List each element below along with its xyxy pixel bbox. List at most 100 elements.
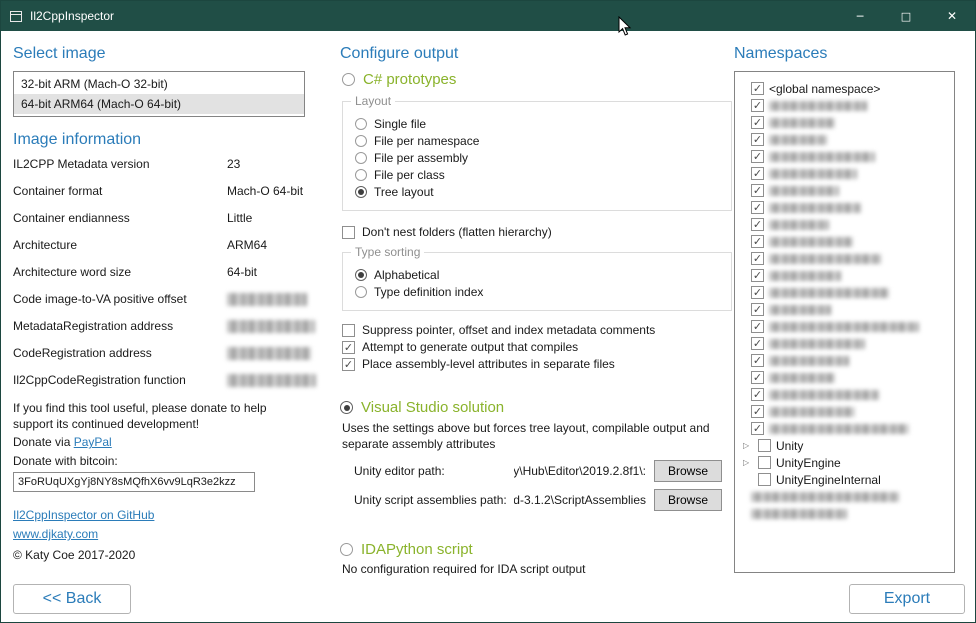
checkbox-icon[interactable]: ✓	[342, 358, 355, 371]
middle-checkboxes: Suppress pointer, offset and index metad…	[342, 323, 722, 371]
export-button[interactable]: Export	[849, 584, 965, 614]
browse-button[interactable]: Browse	[654, 489, 722, 511]
image-list-item[interactable]: 64-bit ARM64 (Mach-O 64-bit)	[14, 94, 304, 114]
radio-icon[interactable]	[355, 186, 367, 198]
checkbox-icon[interactable]: ✓	[751, 167, 764, 180]
namespace-row[interactable]: ✓	[741, 267, 950, 284]
layout-option-row[interactable]: File per assembly	[355, 151, 721, 165]
checkbox-icon[interactable]: ✓	[751, 269, 764, 282]
checkbox-icon[interactable]	[758, 456, 771, 469]
radio-icon[interactable]	[355, 269, 367, 281]
namespace-row[interactable]: ✓	[741, 369, 950, 386]
checkbox-icon[interactable]: ✓	[751, 371, 764, 384]
info-row: CodeRegistration address	[13, 346, 316, 360]
namespace-row[interactable]: ✓	[741, 131, 950, 148]
checkbox-icon[interactable]: ✓	[751, 235, 764, 248]
namespace-row[interactable]: ✓	[741, 301, 950, 318]
checkbox-icon[interactable]: ✓	[751, 82, 764, 95]
output-checkbox-row[interactable]: Suppress pointer, offset and index metad…	[342, 323, 722, 337]
namespace-row[interactable]: ✓	[741, 233, 950, 250]
namespace-row[interactable]: ✓	[741, 114, 950, 131]
checkbox-icon[interactable]: ✓	[751, 116, 764, 129]
namespace-row[interactable]: ✓	[741, 403, 950, 420]
namespace-row[interactable]: ✓	[741, 182, 950, 199]
checkbox-icon[interactable]	[342, 226, 355, 239]
checkbox-icon[interactable]: ✓	[751, 320, 764, 333]
checkbox-icon[interactable]: ✓	[342, 341, 355, 354]
radio-icon[interactable]	[340, 401, 353, 414]
idapython-radio-row[interactable]: IDAPython script	[340, 541, 722, 558]
checkbox-icon[interactable]: ✓	[751, 99, 764, 112]
browse-button[interactable]: Browse	[654, 460, 722, 482]
namespace-row[interactable]: ✓	[741, 335, 950, 352]
layout-option-row[interactable]: File per class	[355, 168, 721, 182]
layout-option-row[interactable]: Single file	[355, 117, 721, 131]
checkbox-icon[interactable]: ✓	[751, 184, 764, 197]
checkbox-icon[interactable]: ✓	[751, 422, 764, 435]
maximize-icon[interactable]: □	[883, 1, 929, 31]
layout-option-row[interactable]: Tree layout	[355, 185, 721, 199]
checkbox-icon[interactable]: ✓	[751, 286, 764, 299]
expander-icon[interactable]: ▷	[743, 458, 753, 467]
csharp-prototypes-radio-row[interactable]: C# prototypes	[342, 71, 722, 88]
radio-icon[interactable]	[355, 118, 367, 130]
type-sorting-option-row[interactable]: Type definition index	[355, 285, 721, 299]
namespace-row[interactable]: ▷Unity	[741, 437, 950, 454]
website-link[interactable]: www.djkaty.com	[13, 527, 98, 541]
output-checkbox-row[interactable]: ✓Place assembly-level attributes in sepa…	[342, 357, 722, 371]
namespace-row[interactable]: ✓	[741, 420, 950, 437]
bitcoin-address-input[interactable]	[13, 472, 255, 492]
back-button[interactable]: << Back	[13, 584, 131, 614]
checkbox-icon[interactable]	[758, 473, 771, 486]
namespace-row[interactable]: ✓	[741, 284, 950, 301]
output-checkbox-row[interactable]: ✓Attempt to generate output that compile…	[342, 340, 722, 354]
checkbox-icon[interactable]: ✓	[751, 150, 764, 163]
type-sorting-option-row[interactable]: Alphabetical	[355, 268, 721, 282]
path-value: :\Unity\Hub\Editor\2019.2.8f1	[514, 464, 654, 478]
checkbox-icon[interactable]: ✓	[751, 133, 764, 146]
radio-icon[interactable]	[355, 152, 367, 164]
namespace-row[interactable]: ✓	[741, 199, 950, 216]
layout-option-row[interactable]: File per namespace	[355, 134, 721, 148]
checkbox-icon[interactable]: ✓	[751, 218, 764, 231]
checkbox-icon[interactable]: ✓	[751, 252, 764, 265]
image-list-item[interactable]: 32-bit ARM (Mach-O 32-bit)	[14, 74, 304, 94]
paypal-link[interactable]: PayPal	[74, 435, 112, 449]
checkbox-icon[interactable]	[758, 439, 771, 452]
namespace-row[interactable]: ✓	[741, 165, 950, 182]
namespace-row[interactable]: ✓	[741, 97, 950, 114]
checkbox-icon[interactable]: ✓	[751, 388, 764, 401]
radio-icon[interactable]	[342, 73, 355, 86]
checkbox-icon[interactable]: ✓	[751, 201, 764, 214]
select-image-heading: Select image	[13, 45, 316, 63]
namespace-row[interactable]: ✓	[741, 216, 950, 233]
redacted-text	[751, 509, 847, 519]
radio-icon[interactable]	[355, 169, 367, 181]
namespace-row[interactable]: ✓	[741, 386, 950, 403]
radio-icon[interactable]	[355, 135, 367, 147]
namespace-row[interactable]: ✓<global namespace>	[741, 80, 950, 97]
checkbox-icon[interactable]: ✓	[751, 405, 764, 418]
checkbox-icon[interactable]: ✓	[751, 303, 764, 316]
window-controls: ─ □ ✕	[837, 1, 975, 31]
path-row: Unity editor path::\Unity\Hub\Editor\201…	[354, 460, 722, 482]
namespace-row[interactable]: ✓	[741, 352, 950, 369]
expander-icon[interactable]: ▷	[743, 441, 753, 450]
namespace-row[interactable]: ✓	[741, 148, 950, 165]
checkbox-icon[interactable]	[342, 324, 355, 337]
radio-icon[interactable]	[340, 543, 353, 556]
github-link[interactable]: Il2CppInspector on GitHub	[13, 508, 154, 522]
flatten-checkbox-row[interactable]: Don't nest folders (flatten hierarchy)	[342, 225, 722, 239]
visual-studio-radio-row[interactable]: Visual Studio solution	[340, 399, 722, 416]
namespace-row[interactable]: UnityEngineInternal	[741, 471, 950, 488]
checkbox-icon[interactable]: ✓	[751, 337, 764, 350]
namespace-row[interactable]: ▷UnityEngine	[741, 454, 950, 471]
namespace-row[interactable]: ✓	[741, 250, 950, 267]
checkbox-icon[interactable]: ✓	[751, 354, 764, 367]
close-icon[interactable]: ✕	[929, 1, 975, 31]
radio-icon[interactable]	[355, 286, 367, 298]
namespace-row[interactable]	[741, 488, 950, 505]
minimize-icon[interactable]: ─	[837, 1, 883, 31]
namespace-row[interactable]	[741, 505, 950, 522]
namespace-row[interactable]: ✓	[741, 318, 950, 335]
